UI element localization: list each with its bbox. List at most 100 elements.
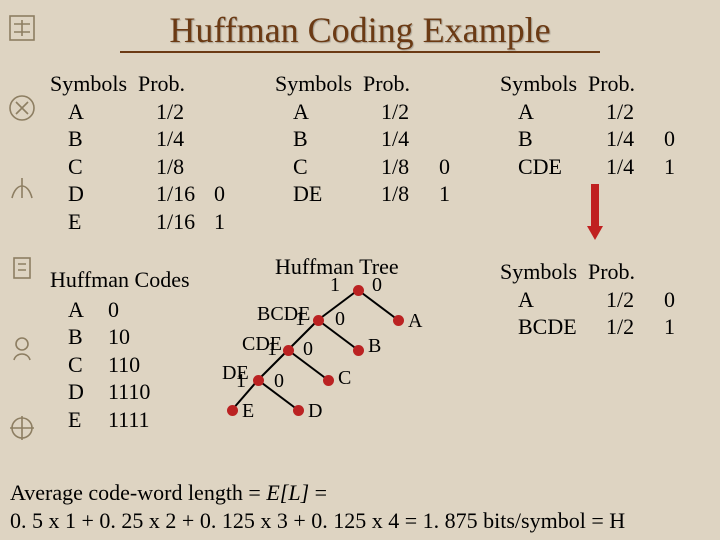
tree-edges: [210, 270, 440, 450]
cell: 110: [108, 351, 168, 379]
cell: C: [50, 153, 156, 181]
cell: 1: [664, 313, 680, 341]
cell: [214, 98, 230, 126]
edge-label: 1: [267, 338, 277, 361]
edge-label: 0: [335, 308, 345, 331]
cell: 1/16: [156, 208, 214, 236]
edge-label: 1: [295, 308, 305, 331]
tree-node: [227, 405, 238, 416]
edge-label: 0: [303, 338, 313, 361]
cell: 0: [664, 125, 680, 153]
cell: 1/8: [381, 180, 439, 208]
glyph-icon: [4, 10, 40, 46]
tree-node: [353, 345, 364, 356]
glyph-icon: [4, 250, 40, 286]
node-label: D: [308, 400, 322, 423]
table-step1: SymbolsProb. A1/2 B1/4 C1/8 D1/160 E1/16…: [50, 70, 230, 235]
table-step2: SymbolsProb. A1/2 B1/4 C1/80 DE1/81: [275, 70, 455, 208]
arrow-down-icon: [585, 182, 605, 242]
cell: A: [50, 98, 156, 126]
cell: A: [500, 286, 606, 314]
cell: [214, 153, 230, 181]
glyph-icon: [4, 330, 40, 366]
glyph-icon: [4, 170, 40, 206]
cell: [439, 125, 455, 153]
footer-line1a: Average code-word length =: [10, 480, 266, 505]
cell: B: [275, 125, 381, 153]
cell: 1/16: [156, 180, 214, 208]
cell: 1/8: [156, 153, 214, 181]
cell: 1: [214, 208, 230, 236]
edge-label: 1: [236, 370, 246, 393]
cell: 0: [108, 296, 168, 324]
cell: 0: [439, 153, 455, 181]
cell: [214, 125, 230, 153]
footer-line2: 0. 5 x 1 + 0. 25 x 2 + 0. 125 x 3 + 0. 1…: [10, 507, 625, 535]
tree-node: [293, 405, 304, 416]
cell: CDE: [500, 153, 606, 181]
decorative-glyph-column: [4, 10, 44, 446]
node-label: C: [338, 367, 351, 390]
cell: B: [50, 323, 108, 351]
cell: [439, 98, 455, 126]
cell: 1/4: [381, 125, 439, 153]
footer-line1c: =: [309, 480, 327, 505]
cell: 1/4: [606, 153, 664, 181]
table-codes: Huffman Codes A0 B10 C110 D1110 E1111: [50, 266, 190, 433]
cell: 0: [214, 180, 230, 208]
cell: 1/2: [606, 98, 664, 126]
col-header: Prob.: [138, 70, 196, 98]
cell: 1/2: [606, 286, 664, 314]
cell: E: [50, 208, 156, 236]
cell: BCDE: [500, 313, 606, 341]
table-step4: SymbolsProb. A1/20 BCDE1/21: [500, 258, 680, 341]
col-header: Symbols: [50, 70, 138, 98]
cell: 1/2: [606, 313, 664, 341]
cell: A: [275, 98, 381, 126]
cell: 10: [108, 323, 168, 351]
cell: 1/4: [606, 125, 664, 153]
glyph-icon: [4, 90, 40, 126]
tree-node: [313, 315, 324, 326]
cell: D: [50, 180, 156, 208]
cell: A: [50, 296, 108, 324]
node-label: B: [368, 335, 381, 358]
tree-node: [253, 375, 264, 386]
cell: 1/8: [381, 153, 439, 181]
edge-label: 0: [274, 370, 284, 393]
footer-expected: E[L]: [266, 480, 309, 505]
cell: E: [50, 406, 108, 434]
cell: B: [50, 125, 156, 153]
cell: 1/2: [381, 98, 439, 126]
edge-label: 1: [330, 274, 340, 297]
tree-node: [323, 375, 334, 386]
node-label: E: [242, 400, 254, 423]
cell: 0: [664, 286, 680, 314]
cell: B: [500, 125, 606, 153]
col-header: Symbols: [500, 258, 588, 286]
cell: D: [50, 378, 108, 406]
cell: 1/2: [156, 98, 214, 126]
codes-title: Huffman Codes: [50, 266, 190, 294]
edge-label: 0: [372, 274, 382, 297]
footer-text: Average code-word length = E[L] = 0. 5 x…: [10, 479, 625, 534]
col-header: Symbols: [275, 70, 363, 98]
cell: 1: [439, 180, 455, 208]
cell: 1/4: [156, 125, 214, 153]
cell: [664, 98, 680, 126]
cell: C: [50, 351, 108, 379]
page-title: Huffman Coding Example: [120, 0, 600, 53]
col-header: Prob.: [363, 70, 421, 98]
cell: 1111: [108, 406, 168, 434]
table-step3: SymbolsProb. A1/2 B1/40 CDE1/41: [500, 70, 680, 180]
col-header: Symbols: [500, 70, 588, 98]
col-header: Prob.: [588, 258, 646, 286]
cell: C: [275, 153, 381, 181]
tree-node: [393, 315, 404, 326]
glyph-icon: [4, 410, 40, 446]
cell: 1110: [108, 378, 168, 406]
cell: 1: [664, 153, 680, 181]
col-header: Prob.: [588, 70, 646, 98]
node-label: A: [408, 310, 422, 333]
tree-node: [353, 285, 364, 296]
